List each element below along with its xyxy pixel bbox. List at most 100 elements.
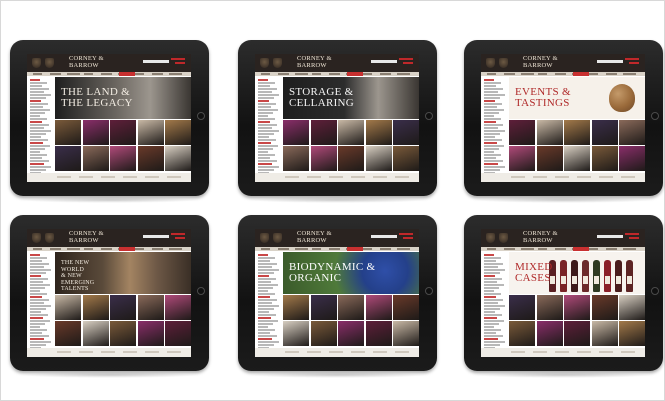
sidebar-link[interactable] — [258, 329, 275, 331]
nav-item[interactable] — [521, 248, 534, 250]
footer-link[interactable] — [79, 351, 93, 353]
sidebar-link[interactable] — [30, 163, 44, 165]
product-tile[interactable] — [591, 120, 618, 145]
product-tile[interactable] — [536, 120, 563, 145]
product-tile[interactable] — [310, 295, 337, 320]
nav-item[interactable] — [152, 248, 163, 250]
sidebar-link[interactable] — [258, 157, 270, 159]
sidebar-link[interactable] — [258, 154, 275, 156]
sidebar-link[interactable] — [484, 317, 497, 319]
sidebar-link[interactable] — [484, 326, 494, 328]
nav-item[interactable] — [363, 73, 372, 75]
account-link[interactable] — [399, 58, 413, 60]
sidebar-link[interactable] — [484, 278, 502, 280]
product-tile[interactable] — [619, 295, 645, 320]
sidebar-link[interactable] — [484, 311, 495, 313]
sidebar-link[interactable] — [258, 299, 277, 301]
hero-banner[interactable]: MIXED CASES — [509, 252, 645, 294]
nav-item[interactable] — [380, 248, 391, 250]
product-tile[interactable] — [283, 120, 309, 145]
footer-link[interactable] — [599, 176, 613, 178]
footer-link[interactable] — [329, 176, 343, 178]
sidebar-link[interactable] — [484, 88, 503, 90]
sidebar-link[interactable] — [484, 287, 499, 289]
product-tile[interactable] — [365, 321, 392, 346]
footer-link[interactable] — [533, 351, 547, 353]
sidebar-link[interactable] — [30, 299, 49, 301]
nav-item[interactable] — [101, 73, 112, 75]
home-button-icon[interactable] — [651, 287, 659, 295]
sidebar-link[interactable] — [484, 269, 505, 271]
sidebar-link[interactable] — [484, 151, 494, 153]
nav-item[interactable] — [169, 248, 182, 250]
nav-item[interactable] — [278, 73, 289, 75]
footer-link[interactable] — [79, 176, 93, 178]
product-tile[interactable] — [110, 146, 136, 171]
sidebar-link[interactable] — [30, 157, 42, 159]
nav-item[interactable] — [589, 248, 598, 250]
sidebar-link[interactable] — [484, 296, 496, 298]
product-tile[interactable] — [509, 120, 535, 145]
sidebar-link[interactable] — [258, 296, 270, 298]
product-tile[interactable] — [536, 321, 563, 346]
sidebar-link[interactable] — [30, 142, 43, 144]
sidebar-link[interactable] — [30, 269, 51, 271]
footer-link[interactable] — [145, 351, 159, 353]
site-logo[interactable]: CORNEY & BARROW — [69, 55, 107, 69]
product-tile[interactable] — [564, 146, 590, 171]
sidebar-link[interactable] — [258, 323, 273, 325]
sidebar-link[interactable] — [258, 341, 279, 343]
sidebar-link[interactable] — [484, 103, 502, 105]
nav-item[interactable] — [50, 73, 61, 75]
sidebar-link[interactable] — [258, 311, 269, 313]
sidebar-link[interactable] — [484, 314, 502, 316]
sidebar-link[interactable] — [30, 145, 50, 147]
sidebar-link[interactable] — [30, 341, 51, 343]
sidebar-link[interactable] — [484, 344, 500, 346]
sidebar-link[interactable] — [30, 272, 46, 274]
sidebar-link[interactable] — [484, 160, 503, 162]
footer-link[interactable] — [167, 351, 181, 353]
product-tile[interactable] — [82, 321, 109, 346]
sidebar-link[interactable] — [30, 169, 46, 171]
nav-item-active[interactable] — [573, 247, 589, 251]
nav-item[interactable] — [84, 73, 93, 75]
hero-banner[interactable]: STORAGE & CELLARING — [283, 77, 419, 119]
sidebar-link[interactable] — [30, 332, 42, 334]
sidebar-link[interactable] — [484, 82, 501, 84]
footer-link[interactable] — [329, 351, 343, 353]
nav-item[interactable] — [135, 248, 144, 250]
nav-item[interactable] — [589, 73, 598, 75]
nav-item[interactable] — [623, 248, 636, 250]
sidebar-link[interactable] — [258, 124, 277, 126]
product-tile[interactable] — [137, 295, 164, 320]
sidebar-link[interactable] — [484, 163, 498, 165]
nav-item[interactable] — [555, 248, 566, 250]
nav-item[interactable] — [169, 73, 182, 75]
product-tile[interactable] — [564, 295, 590, 320]
product-tile[interactable] — [536, 146, 563, 171]
nav-item[interactable] — [278, 248, 289, 250]
sidebar-link[interactable] — [258, 317, 271, 319]
sidebar-link[interactable] — [258, 284, 278, 286]
basket-link[interactable] — [403, 62, 413, 64]
sidebar-link[interactable] — [30, 263, 49, 265]
footer-link[interactable] — [123, 351, 137, 353]
sidebar-link[interactable] — [258, 103, 276, 105]
sidebar-link[interactable] — [258, 88, 277, 90]
footer-link[interactable] — [307, 176, 321, 178]
nav-item[interactable] — [329, 73, 340, 75]
product-tile[interactable] — [110, 295, 136, 320]
sidebar-link[interactable] — [30, 133, 46, 135]
footer-link[interactable] — [621, 351, 635, 353]
nav-item-active[interactable] — [119, 72, 135, 76]
sidebar-link[interactable] — [258, 82, 275, 84]
account-link[interactable] — [171, 58, 185, 60]
sidebar-link[interactable] — [258, 94, 279, 96]
sidebar-link[interactable] — [258, 302, 272, 304]
sidebar-link[interactable] — [258, 332, 270, 334]
sidebar-link[interactable] — [484, 281, 497, 283]
sidebar-link[interactable] — [484, 109, 504, 111]
footer-link[interactable] — [373, 351, 387, 353]
nav-item-active[interactable] — [347, 72, 363, 76]
